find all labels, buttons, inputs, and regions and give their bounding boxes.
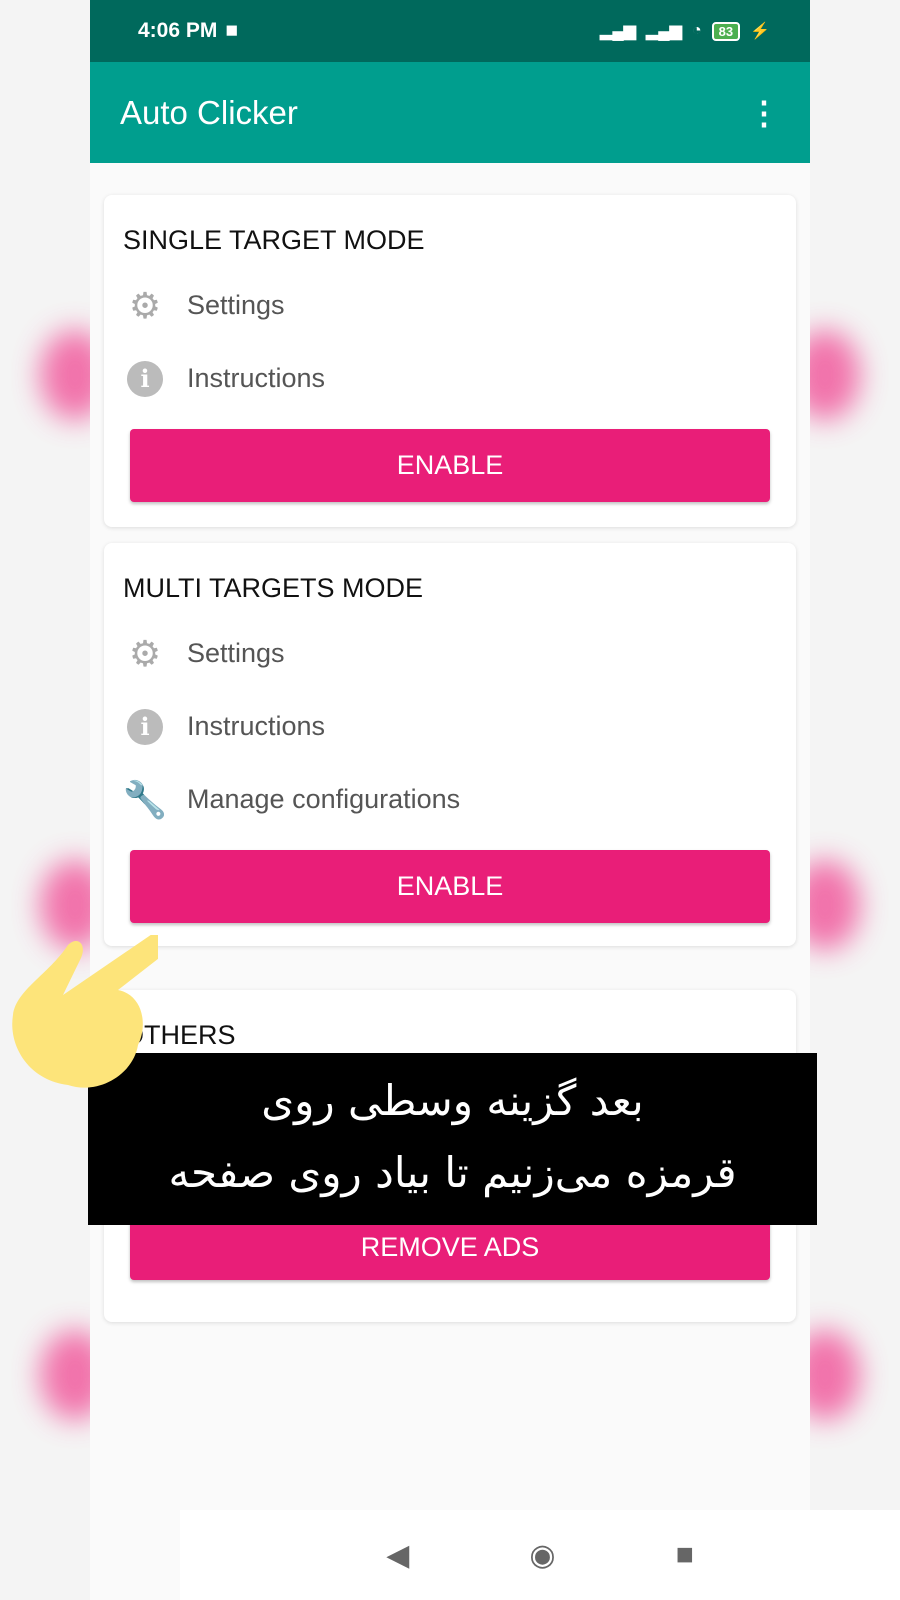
phone-screen: 4:06 PM ■ ▂▄▆ ▂▄▆ ◔ 83 ⚡ Auto Clicker ⋮ … bbox=[90, 0, 900, 1600]
caption-line: قرمزه می‌زنیم تا بیاد روی صفحه bbox=[168, 1148, 737, 1197]
charging-icon: ⚡ bbox=[750, 23, 770, 40]
multi-instructions-item[interactable]: i Instructions bbox=[104, 690, 796, 763]
multi-enable-button[interactable]: ENABLE bbox=[130, 850, 770, 923]
clock: 4:06 PM bbox=[138, 19, 218, 42]
card-title: MULTI TARGETS MODE bbox=[123, 573, 424, 603]
multi-settings-item[interactable]: ⚙ Settings bbox=[104, 617, 796, 690]
signal-icon: ▂▄▆ bbox=[600, 23, 636, 40]
home-icon[interactable]: ◉ bbox=[529, 1538, 555, 1573]
back-icon[interactable]: ◀ bbox=[386, 1538, 409, 1573]
manage-configurations-item[interactable]: 🔧 Manage configurations bbox=[104, 763, 796, 836]
single-enable-button[interactable]: ENABLE bbox=[130, 429, 770, 502]
multi-targets-card: MULTI TARGETS MODE ⚙ Settings i Instructio… bbox=[104, 543, 796, 946]
item-label: Instructions bbox=[187, 711, 326, 741]
info-icon-wrap: i bbox=[126, 708, 164, 746]
info-icon: i bbox=[127, 360, 163, 397]
signal-icon: ▂▄▆ bbox=[645, 23, 682, 40]
info-icon: i bbox=[127, 708, 163, 745]
card-title: SINGLE TARGET MODE bbox=[123, 225, 425, 255]
single-instructions-item[interactable]: i Instructions bbox=[104, 342, 796, 415]
status-bar: 4:06 PM ■ ▂▄▆ ▂▄▆ ◔ 83 ⚡ bbox=[90, 0, 810, 62]
recents-icon[interactable]: ■ bbox=[676, 1538, 694, 1572]
item-label: Settings bbox=[187, 638, 285, 668]
app-bar: Auto Clicker ⋮ bbox=[90, 62, 810, 163]
item-label: Settings bbox=[187, 290, 285, 320]
info-icon-wrap: i bbox=[126, 360, 164, 398]
battery-icon: 83 bbox=[711, 21, 741, 41]
gear-icon: ⚙ bbox=[128, 284, 162, 326]
pointing-hand-icon bbox=[12, 935, 158, 1088]
item-label: Manage configurations bbox=[187, 784, 461, 814]
more-vert-icon[interactable]: ⋮ bbox=[748, 94, 780, 132]
video-caption: بعد گزینه وسطی روی قرمزه می‌زنیم تا بیاد… bbox=[88, 1053, 817, 1225]
app-title: Auto Clicker bbox=[120, 93, 298, 131]
wifi-icon: ◔ bbox=[691, 22, 702, 39]
caption-line: بعد گزینه وسطی روی bbox=[261, 1076, 644, 1125]
gear-icon: ⚙ bbox=[128, 632, 162, 674]
wrench-icon: 🔧 bbox=[122, 778, 168, 820]
navigation-bar: ◀ ◉ ■ bbox=[180, 1510, 900, 1600]
video-icon: ■ bbox=[225, 19, 239, 42]
item-label: Instructions bbox=[187, 363, 326, 393]
single-target-card: SINGLE TARGET MODE ⚙ Settings i Instructio… bbox=[104, 195, 796, 527]
single-settings-item[interactable]: ⚙ Settings bbox=[104, 269, 796, 342]
